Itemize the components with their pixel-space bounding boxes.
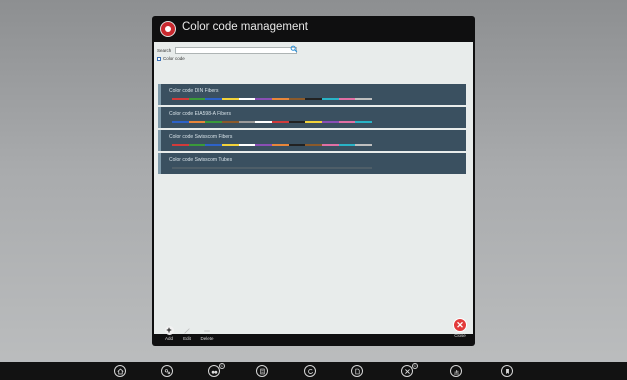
color-segment <box>322 144 339 146</box>
dialog-title: Color code management <box>182 21 308 33</box>
color-segment <box>205 98 223 100</box>
color-code-list: Color code DIN Fibers Color code EIA598-… <box>158 84 466 176</box>
close-icon: ✕ <box>453 318 467 332</box>
color-segment <box>205 121 223 123</box>
home-icon[interactable] <box>114 365 126 377</box>
color-segment <box>222 121 239 123</box>
color-segment <box>238 98 256 100</box>
color-segment <box>338 98 356 100</box>
binoculars-badge: ① <box>219 363 225 369</box>
color-segment <box>288 98 306 100</box>
color-segment <box>288 167 306 169</box>
color-segment <box>305 121 323 123</box>
settings-icon[interactable] <box>161 365 173 377</box>
taskbar: ① ① <box>0 362 627 380</box>
color-segment <box>238 121 256 123</box>
color-code-checkbox-label: Color code <box>163 56 185 61</box>
minus-icon <box>203 326 212 335</box>
pencil-icon <box>183 326 192 335</box>
color-segment <box>355 98 373 100</box>
color-segment <box>322 121 339 123</box>
close-label: Close <box>454 333 466 338</box>
search-label: Search <box>157 47 172 53</box>
color-segment <box>338 144 356 146</box>
color-segment <box>322 98 339 100</box>
search-row: Search <box>157 45 298 54</box>
app-logo-icon <box>160 21 176 37</box>
delete-button[interactable]: Delete <box>198 326 216 341</box>
color-segment <box>305 98 323 100</box>
color-segment <box>188 121 206 123</box>
bookmark-icon[interactable] <box>501 365 513 377</box>
edit-label: Edit <box>183 336 191 341</box>
color-code-checkbox[interactable] <box>157 56 161 61</box>
list-item[interactable]: Color code Swisscom Fibers <box>158 130 466 151</box>
color-segment <box>172 121 189 123</box>
chart-icon[interactable] <box>450 365 462 377</box>
color-segment <box>238 167 256 169</box>
color-segment <box>238 144 256 146</box>
list-item-label: Color code DIN Fibers <box>169 88 219 94</box>
list-item-label: Color code EIA598-A Fibers <box>169 111 231 117</box>
add-icon: + <box>164 325 174 335</box>
color-segment <box>205 167 223 169</box>
dialog-titlebar: Color code management <box>152 16 475 42</box>
color-segment <box>272 98 289 100</box>
color-stripe <box>172 144 373 146</box>
tools-icon[interactable]: ① <box>401 363 418 377</box>
binoculars-icon[interactable]: ① <box>208 363 225 377</box>
color-segment <box>355 144 373 146</box>
color-segment <box>288 144 306 146</box>
color-segment <box>205 144 223 146</box>
color-segment <box>222 144 239 146</box>
color-segment <box>255 98 273 100</box>
document-icon[interactable] <box>256 365 268 377</box>
add-button[interactable]: + Add <box>160 326 178 341</box>
color-segment <box>172 167 189 169</box>
color-segment <box>272 121 289 123</box>
close-button[interactable]: ✕ Close <box>451 318 469 338</box>
color-segment <box>355 167 373 169</box>
color-segment <box>188 144 206 146</box>
dialog-content: Search Color code Color code DIN Fibers … <box>154 42 473 334</box>
color-segment <box>322 167 339 169</box>
color-stripe <box>172 98 373 100</box>
list-item-label: Color code Swisscom Fibers <box>169 134 233 140</box>
color-segment <box>305 144 323 146</box>
color-segment <box>305 167 323 169</box>
edit-button[interactable]: Edit <box>178 326 196 341</box>
search-input[interactable] <box>175 46 297 54</box>
color-segment <box>188 98 206 100</box>
color-stripe <box>172 167 373 169</box>
color-segment <box>222 98 239 100</box>
color-segment <box>255 121 273 123</box>
list-item[interactable]: Color code DIN Fibers <box>158 84 466 105</box>
list-item[interactable]: Color code Swisscom Tubes <box>158 153 466 174</box>
color-segment <box>255 144 273 146</box>
color-segment <box>172 98 189 100</box>
list-item-label: Color code Swisscom Tubes <box>169 157 233 163</box>
color-segment <box>338 121 356 123</box>
tools-badge: ① <box>412 363 418 369</box>
color-segment <box>288 121 306 123</box>
file-icon[interactable] <box>351 365 363 377</box>
color-segment <box>272 167 289 169</box>
color-segment <box>172 144 189 146</box>
color-code-filter[interactable]: Color code <box>157 56 185 61</box>
list-item[interactable]: Color code EIA598-A Fibers <box>158 107 466 128</box>
color-segment <box>188 167 206 169</box>
color-segment <box>255 167 273 169</box>
dialog-toolbar: + Add Edit Delete ✕ Close <box>154 318 473 346</box>
search-icon[interactable] <box>290 45 298 53</box>
color-segment <box>222 167 239 169</box>
color-segment <box>338 167 356 169</box>
delete-label: Delete <box>200 336 214 341</box>
color-stripe <box>172 121 373 123</box>
refresh-icon[interactable] <box>304 365 316 377</box>
add-label: Add <box>164 336 173 341</box>
color-code-dialog: Color code management Search Color code … <box>152 16 475 346</box>
color-segment <box>355 121 373 123</box>
color-segment <box>272 144 289 146</box>
